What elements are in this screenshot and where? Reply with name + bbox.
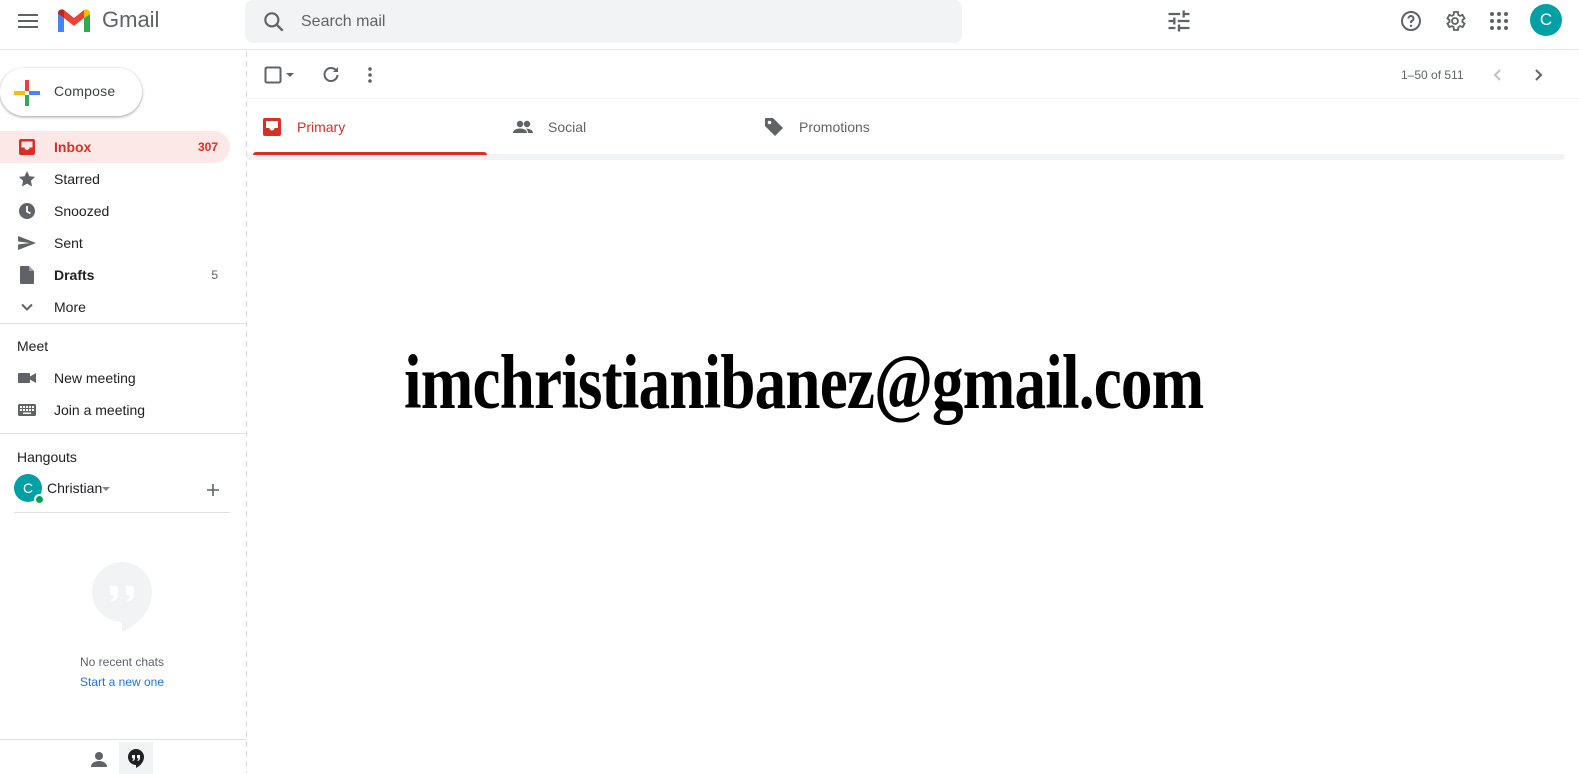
inbox-icon <box>263 118 281 136</box>
sidebar: Compose Inbox 307 Starred Snoozed Sent D… <box>0 51 246 774</box>
join-meeting-label: Join a meeting <box>54 402 146 418</box>
chevron-down-icon <box>21 303 33 311</box>
sidebar-item-more[interactable]: More <box>0 291 230 323</box>
hangouts-title: Hangouts <box>17 449 77 465</box>
sidebar-item-label: Inbox <box>54 139 92 155</box>
contacts-person-icon[interactable] <box>88 748 110 770</box>
sidebar-item-label: Sent <box>54 235 83 251</box>
tabs-shadow <box>247 155 1564 160</box>
tag-icon <box>765 118 783 136</box>
search-bar[interactable] <box>245 0 1190 43</box>
hangouts-avatar-initial: C <box>22 480 34 496</box>
keyboard-icon <box>18 404 36 416</box>
email-address-overlay: imchristianibanez@gmail.com <box>404 339 1204 425</box>
sidebar-item-label: Snoozed <box>54 203 110 219</box>
tab-label: Primary <box>297 119 346 135</box>
hangouts-user[interactable]: C Christian <box>14 474 230 506</box>
hangouts-quote-icon <box>128 749 144 768</box>
sidebar-item-starred[interactable]: Starred <box>0 163 230 195</box>
search-options-icon[interactable] <box>1165 7 1193 35</box>
people-icon <box>513 120 533 133</box>
inbox-tabs: Primary Social Promotions <box>247 99 1564 155</box>
pagination-text: 1–50 of 511 <box>1401 68 1464 82</box>
sidebar-item-inbox[interactable]: Inbox 307 <box>0 131 230 163</box>
send-icon <box>18 236 36 250</box>
older-page-chevron-icon[interactable] <box>1526 63 1550 87</box>
more-options-icon[interactable] <box>358 63 382 87</box>
top-bar: Gmail C <box>0 0 1579 50</box>
app-name: Gmail <box>102 7 160 32</box>
clock-icon <box>19 203 35 219</box>
sidebar-item-label: More <box>54 299 86 315</box>
gmail-m-icon <box>58 9 90 32</box>
sidebar-item-drafts[interactable]: Drafts 5 <box>0 259 230 291</box>
start-new-chat-link[interactable]: Start a new one <box>0 675 244 689</box>
add-icon[interactable] <box>203 480 223 500</box>
tab-primary[interactable]: Primary <box>247 99 487 155</box>
caret-down-icon[interactable] <box>102 487 110 491</box>
mail-toolbar: 1–50 of 511 <box>247 51 1579 99</box>
compose-label: Compose <box>54 83 116 99</box>
hangouts-chat-bubble-icon <box>92 562 152 632</box>
draft-icon <box>20 266 34 284</box>
select-dropdown-caret-icon[interactable] <box>283 63 297 87</box>
sidebar-item-sent[interactable]: Sent <box>0 227 230 259</box>
sidebar-item-label: Drafts <box>54 267 95 283</box>
video-camera-icon <box>18 373 36 383</box>
search-icon[interactable] <box>261 9 287 35</box>
hangouts-tab[interactable] <box>119 742 153 774</box>
tab-promotions[interactable]: Promotions <box>749 99 983 155</box>
divider <box>14 512 230 513</box>
main-menu-icon[interactable] <box>12 5 44 37</box>
tab-social[interactable]: Social <box>498 99 732 155</box>
sidebar-bottom-bar <box>0 739 246 774</box>
join-meeting-item[interactable]: Join a meeting <box>0 394 230 426</box>
new-meeting-item[interactable]: New meeting <box>0 362 230 394</box>
compose-button[interactable]: Compose <box>0 68 142 116</box>
compose-plus-icon <box>14 80 40 106</box>
unread-count: 307 <box>197 140 218 154</box>
new-meeting-label: New meeting <box>54 370 136 386</box>
settings-gear-icon[interactable] <box>1440 6 1470 36</box>
hangouts-user-name: Christian <box>47 480 103 496</box>
tab-label: Promotions <box>799 119 870 135</box>
tab-label: Social <box>548 119 587 135</box>
account-avatar[interactable]: C <box>1530 4 1562 36</box>
divider <box>0 433 246 434</box>
apps-grid-icon[interactable] <box>1484 6 1514 36</box>
no-recent-chats-text: No recent chats <box>79 655 165 669</box>
help-icon[interactable] <box>1396 6 1426 36</box>
search-input[interactable] <box>301 0 901 43</box>
gmail-logo[interactable]: Gmail <box>56 5 159 35</box>
select-all-checkbox[interactable] <box>261 63 285 87</box>
meet-title: Meet <box>17 338 49 354</box>
newer-page-chevron-icon[interactable] <box>1486 63 1510 87</box>
online-status-dot <box>34 494 45 505</box>
drafts-count: 5 <box>211 268 218 282</box>
inbox-icon <box>19 139 35 155</box>
refresh-icon[interactable] <box>319 63 343 87</box>
divider <box>0 323 246 324</box>
star-icon <box>18 171 36 187</box>
sidebar-item-label: Starred <box>54 171 100 187</box>
account-initial: C <box>1539 10 1553 29</box>
sidebar-item-snoozed[interactable]: Snoozed <box>0 195 230 227</box>
